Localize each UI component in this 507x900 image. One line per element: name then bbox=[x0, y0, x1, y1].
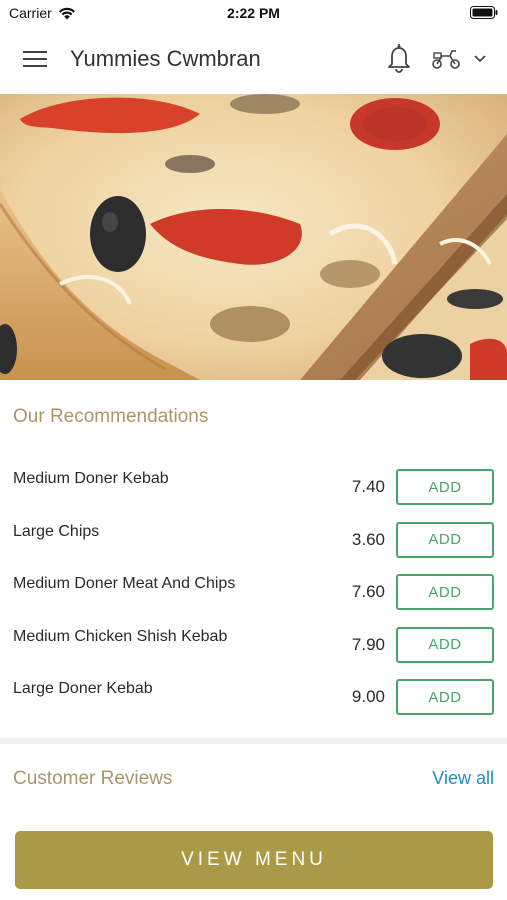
status-bar: Carrier 2:22 PM bbox=[0, 0, 507, 26]
list-item: Medium Doner Meat And Chips 7.60 ADD bbox=[0, 571, 507, 624]
item-name: Medium Chicken Shish Kebab bbox=[13, 627, 228, 645]
list-item: Large Chips 3.60 ADD bbox=[0, 519, 507, 572]
item-price: 3.60 bbox=[351, 529, 385, 549]
recommendations-list: Medium Doner Kebab 7.40 ADD Large Chips … bbox=[0, 466, 507, 729]
item-price: 9.00 bbox=[351, 687, 385, 706]
item-name: Large Doner Kebab bbox=[13, 680, 153, 697]
item-price: 7.60 bbox=[351, 582, 385, 601]
clock: 2:22 PM bbox=[227, 5, 280, 21]
item-price: 7.40 bbox=[351, 477, 385, 496]
add-button[interactable]: ADD bbox=[396, 679, 494, 715]
item-name: Medium Doner Kebab bbox=[13, 470, 169, 487]
add-button[interactable]: ADD bbox=[396, 574, 494, 610]
item-price: 7.90 bbox=[351, 634, 385, 654]
add-button[interactable]: ADD bbox=[396, 521, 494, 558]
battery-icon bbox=[470, 6, 498, 19]
bell-icon[interactable] bbox=[384, 42, 414, 74]
view-all-reviews-link[interactable]: View all bbox=[432, 768, 494, 789]
section-divider bbox=[0, 738, 507, 744]
add-button[interactable]: ADD bbox=[396, 469, 494, 505]
list-item: Medium Chicken Shish Kebab 7.90 ADD bbox=[0, 624, 507, 677]
list-item: Large Doner Kebab 9.00 ADD bbox=[0, 676, 507, 729]
hero-image bbox=[0, 94, 507, 380]
pizza-photo bbox=[0, 94, 507, 380]
recommendations-section: Our Recommendations Medium Doner Kebab 7… bbox=[0, 380, 507, 738]
recommendations-title: Our Recommendations bbox=[13, 406, 209, 427]
hamburger-menu-icon[interactable] bbox=[22, 48, 48, 70]
app-header: Yummies Cwmbran bbox=[0, 26, 507, 94]
customer-reviews-title: Customer Reviews bbox=[13, 768, 173, 789]
delivery-scooter-icon[interactable] bbox=[430, 48, 462, 70]
list-item: Medium Doner Kebab 7.40 ADD bbox=[0, 466, 507, 519]
view-menu-button[interactable]: VIEW MENU bbox=[15, 831, 493, 889]
add-button[interactable]: ADD bbox=[396, 626, 494, 663]
chevron-down-icon[interactable] bbox=[472, 52, 488, 66]
item-name: Large Chips bbox=[13, 522, 100, 540]
item-name: Medium Doner Meat And Chips bbox=[13, 575, 236, 592]
restaurant-title: Yummies Cwmbran bbox=[70, 46, 261, 71]
